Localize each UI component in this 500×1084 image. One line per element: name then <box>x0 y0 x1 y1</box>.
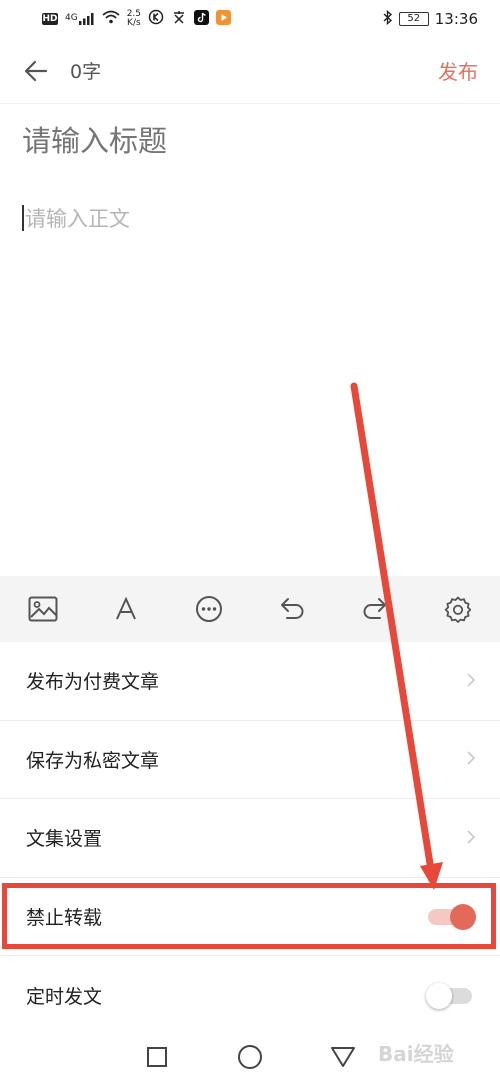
back-nav-button[interactable] <box>330 1044 356 1070</box>
word-count: 0字 <box>70 61 102 83</box>
editor-toolbar <box>0 576 500 642</box>
clock: 13:36 <box>434 10 478 28</box>
signal-icon: 4G <box>65 13 95 25</box>
chevron-right-icon <box>466 826 476 850</box>
hd-icon: HD <box>42 13 58 25</box>
redo-button[interactable] <box>358 592 392 626</box>
menu-item-label: 禁止转载 <box>26 906 103 929</box>
recent-apps-button[interactable] <box>144 1044 170 1070</box>
menu-item-private-article[interactable]: 保存为私密文章 <box>0 721 500 799</box>
font-icon <box>116 597 136 620</box>
recent-apps-icon <box>146 1047 167 1067</box>
publish-settings-menu: 发布为付费文章 保存为私密文章 文集设置 禁止转载 定时发文 <box>0 642 500 1035</box>
network-speed: 2.5 K/s <box>127 10 141 28</box>
undo-button[interactable] <box>275 592 309 626</box>
watermark: Bai经验 <box>378 1042 454 1066</box>
font-style-button[interactable] <box>109 592 143 626</box>
home-icon <box>237 1045 262 1069</box>
toggle-knob <box>450 904 476 931</box>
more-icon <box>196 596 222 622</box>
editor-header: 0字 发布 <box>0 38 500 104</box>
tiktok-icon <box>194 9 210 29</box>
title-input[interactable] <box>22 118 478 166</box>
chevron-right-icon <box>466 669 476 693</box>
menu-item-label: 文集设置 <box>26 828 103 851</box>
body-placeholder: 请输入正文 <box>25 207 130 231</box>
wifi-icon <box>102 10 120 28</box>
image-icon <box>28 596 58 622</box>
menu-item-label: 发布为付费文章 <box>26 671 160 694</box>
insert-image-button[interactable] <box>26 592 60 626</box>
toggle-knob <box>426 983 452 1010</box>
menu-item-no-repost: 禁止转载 <box>0 878 500 956</box>
chevron-right-icon <box>466 747 476 771</box>
body-input[interactable]: 请输入正文 <box>22 200 478 236</box>
menu-item-collection-settings[interactable]: 文集设置 <box>0 799 500 878</box>
no-repost-toggle[interactable] <box>426 904 476 931</box>
status-bar: HD 4G 2.5 K/s 52 13:36 <box>0 0 500 38</box>
k-app-icon <box>148 9 164 29</box>
back-button[interactable] <box>22 57 50 85</box>
settings-button[interactable] <box>441 592 475 626</box>
publish-button[interactable]: 发布 <box>438 56 478 85</box>
arrow-left-icon <box>24 60 48 81</box>
menu-item-paid-article[interactable]: 发布为付费文章 <box>0 642 500 721</box>
status-left: HD 4G 2.5 K/s <box>42 9 232 29</box>
more-options-button[interactable] <box>192 592 226 626</box>
scheduled-publish-toggle[interactable] <box>426 983 476 1010</box>
undo-icon <box>281 598 304 619</box>
back-triangle-icon <box>331 1047 356 1067</box>
video-app-icon <box>216 9 232 29</box>
bluetooth-icon <box>382 9 393 29</box>
home-button[interactable] <box>237 1044 263 1070</box>
menu-item-label: 保存为私密文章 <box>26 749 160 772</box>
text-caret <box>22 205 24 231</box>
settings-icon <box>444 596 472 623</box>
speed-unit: K/s <box>127 18 141 28</box>
menu-item-scheduled-publish: 定时发文 <box>0 956 500 1035</box>
status-right: 52 13:36 <box>382 9 478 29</box>
menu-item-label: 定时发文 <box>26 985 103 1008</box>
redo-icon <box>363 598 386 619</box>
network-type: 4G <box>65 13 78 23</box>
wenku-icon <box>171 9 187 29</box>
battery-icon: 52 <box>398 12 429 26</box>
